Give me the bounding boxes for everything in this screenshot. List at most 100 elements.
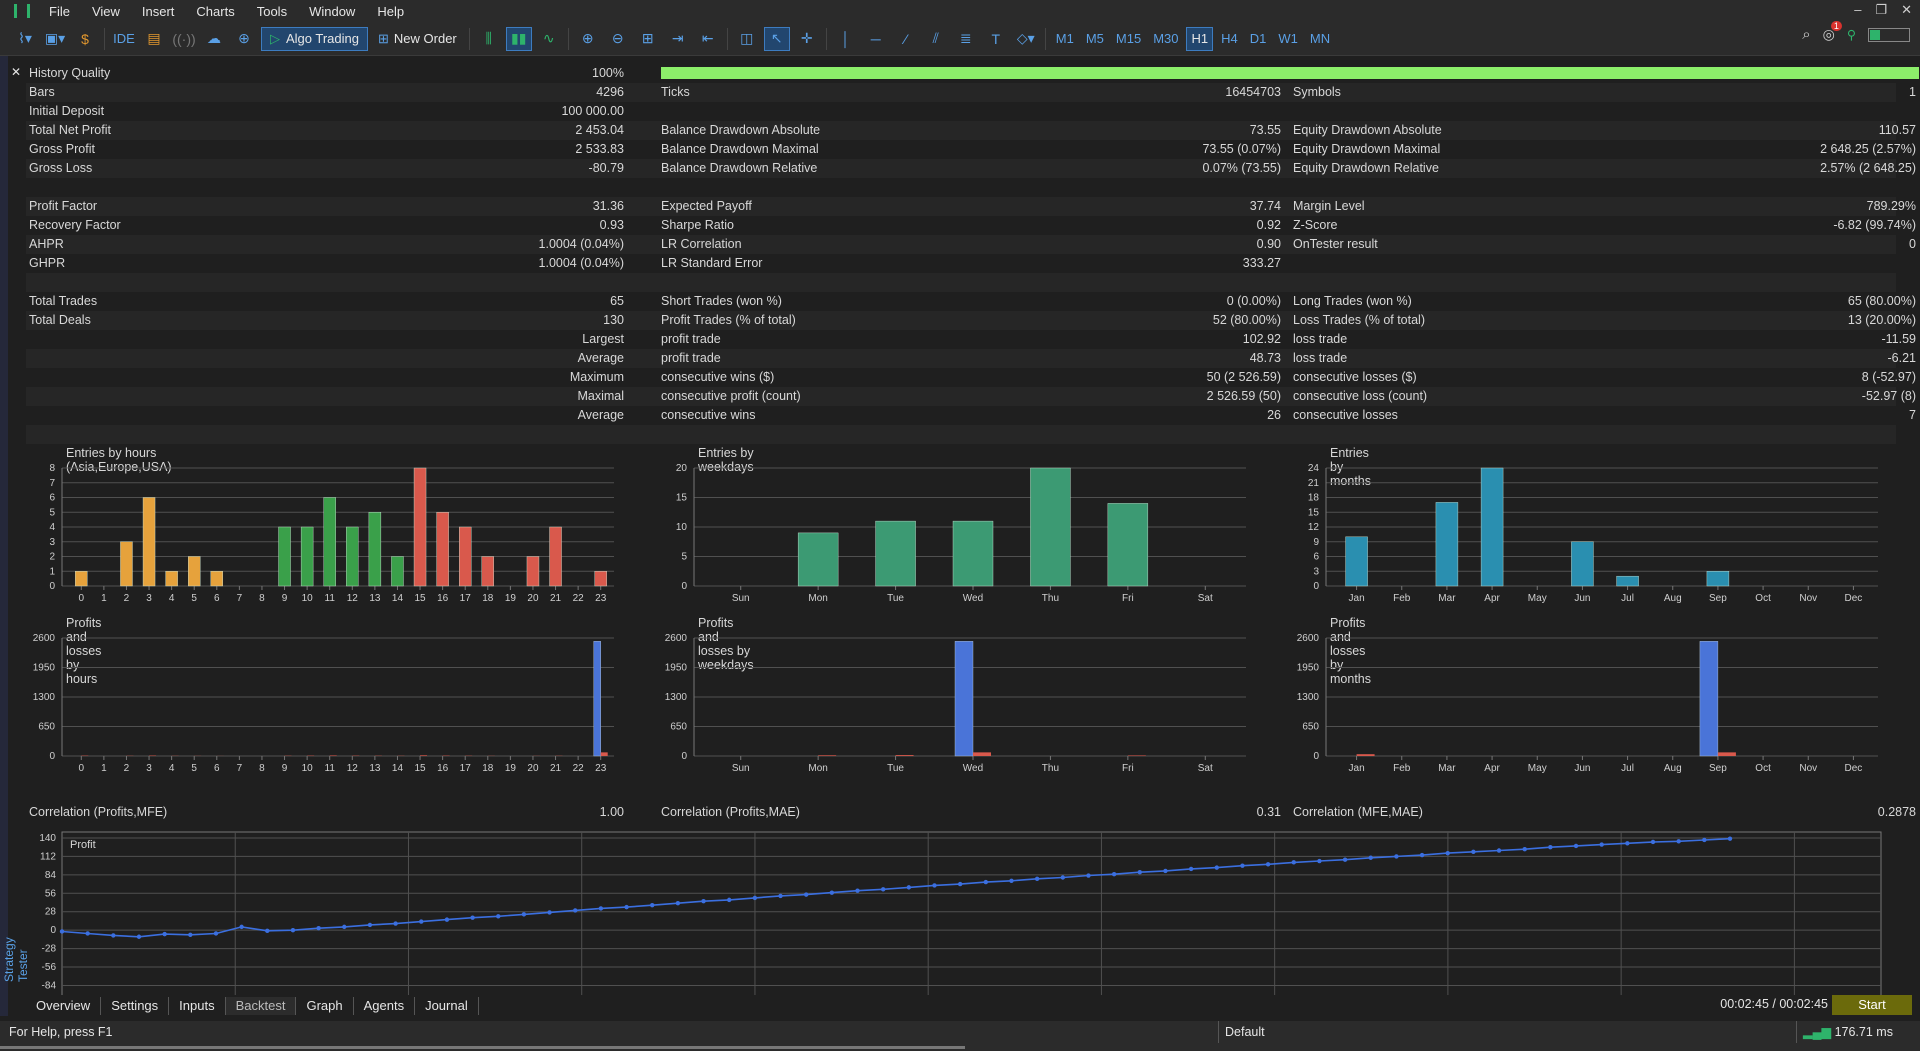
chart-type-icon[interactable]: ⌇▾ — [12, 27, 38, 51]
profit-point — [59, 929, 65, 934]
profit-point — [1702, 837, 1707, 843]
new-order-button[interactable]: ⊞ New Order — [372, 27, 463, 51]
bar — [875, 520, 916, 587]
bar — [952, 520, 994, 587]
algo-trading-button[interactable]: ▷ Algo Trading — [261, 26, 368, 51]
profit-point — [1317, 858, 1322, 864]
text-tool-icon[interactable]: T — [983, 27, 1009, 51]
horizontal-line-icon[interactable]: ─ — [863, 27, 889, 51]
report-value: 789.29% — [1866, 199, 1916, 213]
timeframe-m15[interactable]: M15 — [1112, 27, 1145, 51]
tab-settings[interactable]: Settings — [101, 996, 170, 1015]
horizontal-scrollbar[interactable] — [0, 1043, 1920, 1051]
x-tick-label: Fri — [1122, 593, 1134, 604]
x-tick-label: Dec — [1845, 763, 1863, 774]
tab-overview[interactable]: Overview — [26, 996, 102, 1015]
timeframe-m1[interactable]: M1 — [1052, 27, 1078, 51]
vertical-line-icon[interactable]: │ — [833, 27, 859, 51]
x-tick-label: 18 — [482, 763, 494, 774]
x-tick-label: 22 — [573, 763, 585, 774]
report-label: Total Deals — [29, 313, 91, 327]
x-tick-label: 15 — [414, 763, 426, 774]
timeframe-h4[interactable]: H4 — [1217, 27, 1242, 51]
x-tick-label: 19 — [505, 593, 517, 604]
account-icon[interactable]: ⚲ — [1847, 27, 1856, 42]
tab-backtest[interactable]: Backtest — [225, 996, 297, 1015]
search-icon[interactable]: ⌕ — [1802, 26, 1810, 43]
left-strip — [0, 56, 8, 1016]
zoom-in-icon[interactable]: ⊕ — [575, 27, 601, 51]
restore-icon[interactable]: ❐ — [1875, 2, 1887, 18]
y-tick-label: 6 — [49, 493, 55, 504]
market-bag-icon[interactable]: ▤ — [141, 27, 167, 51]
y-tick-label: 8 — [49, 463, 55, 474]
dollar-icon[interactable]: $ — [72, 27, 98, 51]
report-row: Largest profit trade 102.92 loss trade -11.5… — [26, 330, 1916, 349]
zoom-out-icon[interactable]: ⊖ — [605, 27, 631, 51]
timeframe-mn[interactable]: MN — [1306, 27, 1334, 51]
timeframe-h1[interactable]: H1 — [1186, 26, 1214, 51]
menu-charts[interactable]: Charts — [185, 4, 245, 19]
main-toolbar: ⌇▾ ▣▾ $ IDE ▤ ((·)) ☁ ⊕ ▷ Algo Trading ⊞ N… — [0, 21, 1920, 56]
timeframe-d1[interactable]: D1 — [1246, 27, 1271, 51]
candlestick-icon[interactable]: ▮▮ — [505, 26, 532, 51]
bar-chart-icon[interactable]: ⫼ — [476, 27, 502, 51]
start-button[interactable]: Start — [1832, 995, 1912, 1015]
trendline-icon[interactable]: ⁄ — [893, 27, 919, 51]
cloud-icon[interactable]: ☁ — [201, 27, 227, 51]
profit-point — [1188, 866, 1194, 872]
notifications-icon[interactable]: ◎ 1 — [1823, 21, 1842, 43]
profit-point — [598, 906, 604, 911]
y-tick-label: 140 — [39, 833, 56, 844]
report-label: Symbols — [1293, 85, 1341, 99]
minimize-icon[interactable]: – — [1854, 2, 1861, 18]
vps-icon[interactable]: ⊕ — [231, 27, 257, 51]
menu-insert[interactable]: Insert — [131, 4, 186, 19]
menu-help[interactable]: Help — [366, 4, 415, 19]
timeframe-m5[interactable]: M5 — [1082, 27, 1108, 51]
chart-shift-icon[interactable]: ⇤ — [695, 27, 721, 51]
bar — [1616, 575, 1639, 587]
timeframe-w1[interactable]: W1 — [1274, 27, 1302, 51]
tab-agents[interactable]: Agents — [354, 996, 416, 1015]
menu-view[interactable]: View — [81, 4, 131, 19]
close-icon[interactable]: ✕ — [1901, 2, 1912, 18]
menu-window[interactable]: Window — [298, 4, 366, 19]
cursor-icon[interactable]: ↖ — [763, 26, 790, 51]
autoscroll-icon[interactable]: ⇥ — [665, 27, 691, 51]
x-tick-label: Thu — [1042, 763, 1059, 774]
ide-button[interactable]: IDE — [111, 27, 137, 51]
channel-icon[interactable]: ⫽ — [923, 27, 949, 51]
signal-icon[interactable]: ((·)) — [171, 27, 197, 51]
correlation-label: Correlation (Profits,MAE) — [661, 805, 800, 819]
profit-point — [1060, 875, 1066, 880]
profit-point — [419, 919, 424, 924]
tile-windows-icon[interactable]: ⊞ — [635, 27, 661, 51]
x-tick-label: 13 — [369, 593, 381, 604]
crosshair-icon[interactable]: ✛ — [794, 27, 820, 51]
y-tick-label: 0 — [49, 581, 55, 592]
tab-journal[interactable]: Journal — [415, 996, 479, 1015]
menu-file[interactable]: File — [38, 4, 81, 19]
report-value: 2 453.04 — [575, 123, 624, 137]
new-chart-icon[interactable]: ▣▾ — [42, 27, 68, 51]
menu-tools[interactable]: Tools — [246, 4, 298, 19]
screenshot-icon[interactable]: ◫ — [734, 27, 760, 51]
close-tester-icon[interactable]: ✕ — [11, 65, 21, 79]
report-label: Total Net Profit — [29, 123, 111, 137]
y-tick-label: 20 — [676, 463, 688, 474]
tab-inputs[interactable]: Inputs — [169, 996, 226, 1015]
fibonacci-icon[interactable]: ≣ — [953, 27, 979, 51]
line-chart-icon[interactable]: ∿ — [536, 27, 562, 51]
x-tick-label: 10 — [302, 593, 314, 604]
tab-graph[interactable]: Graph — [296, 996, 354, 1015]
report-row: Gross Loss -80.79 Balance Drawdown Relativ… — [26, 159, 1916, 178]
x-tick-label: 3 — [146, 763, 152, 774]
y-tick-label: 56 — [45, 888, 57, 899]
shapes-icon[interactable]: ◇▾ — [1013, 27, 1039, 51]
report-row: AHPR 1.0004 (0.04%) LR Correlation 0.90 OnTe… — [26, 235, 1916, 254]
x-tick-label: 22 — [573, 593, 585, 604]
timeframe-m30[interactable]: M30 — [1149, 27, 1182, 51]
toolbar-right: ⌕ ◎ 1 ⚲ — [1802, 21, 1910, 43]
profile-name[interactable]: Default — [1218, 1021, 1265, 1043]
